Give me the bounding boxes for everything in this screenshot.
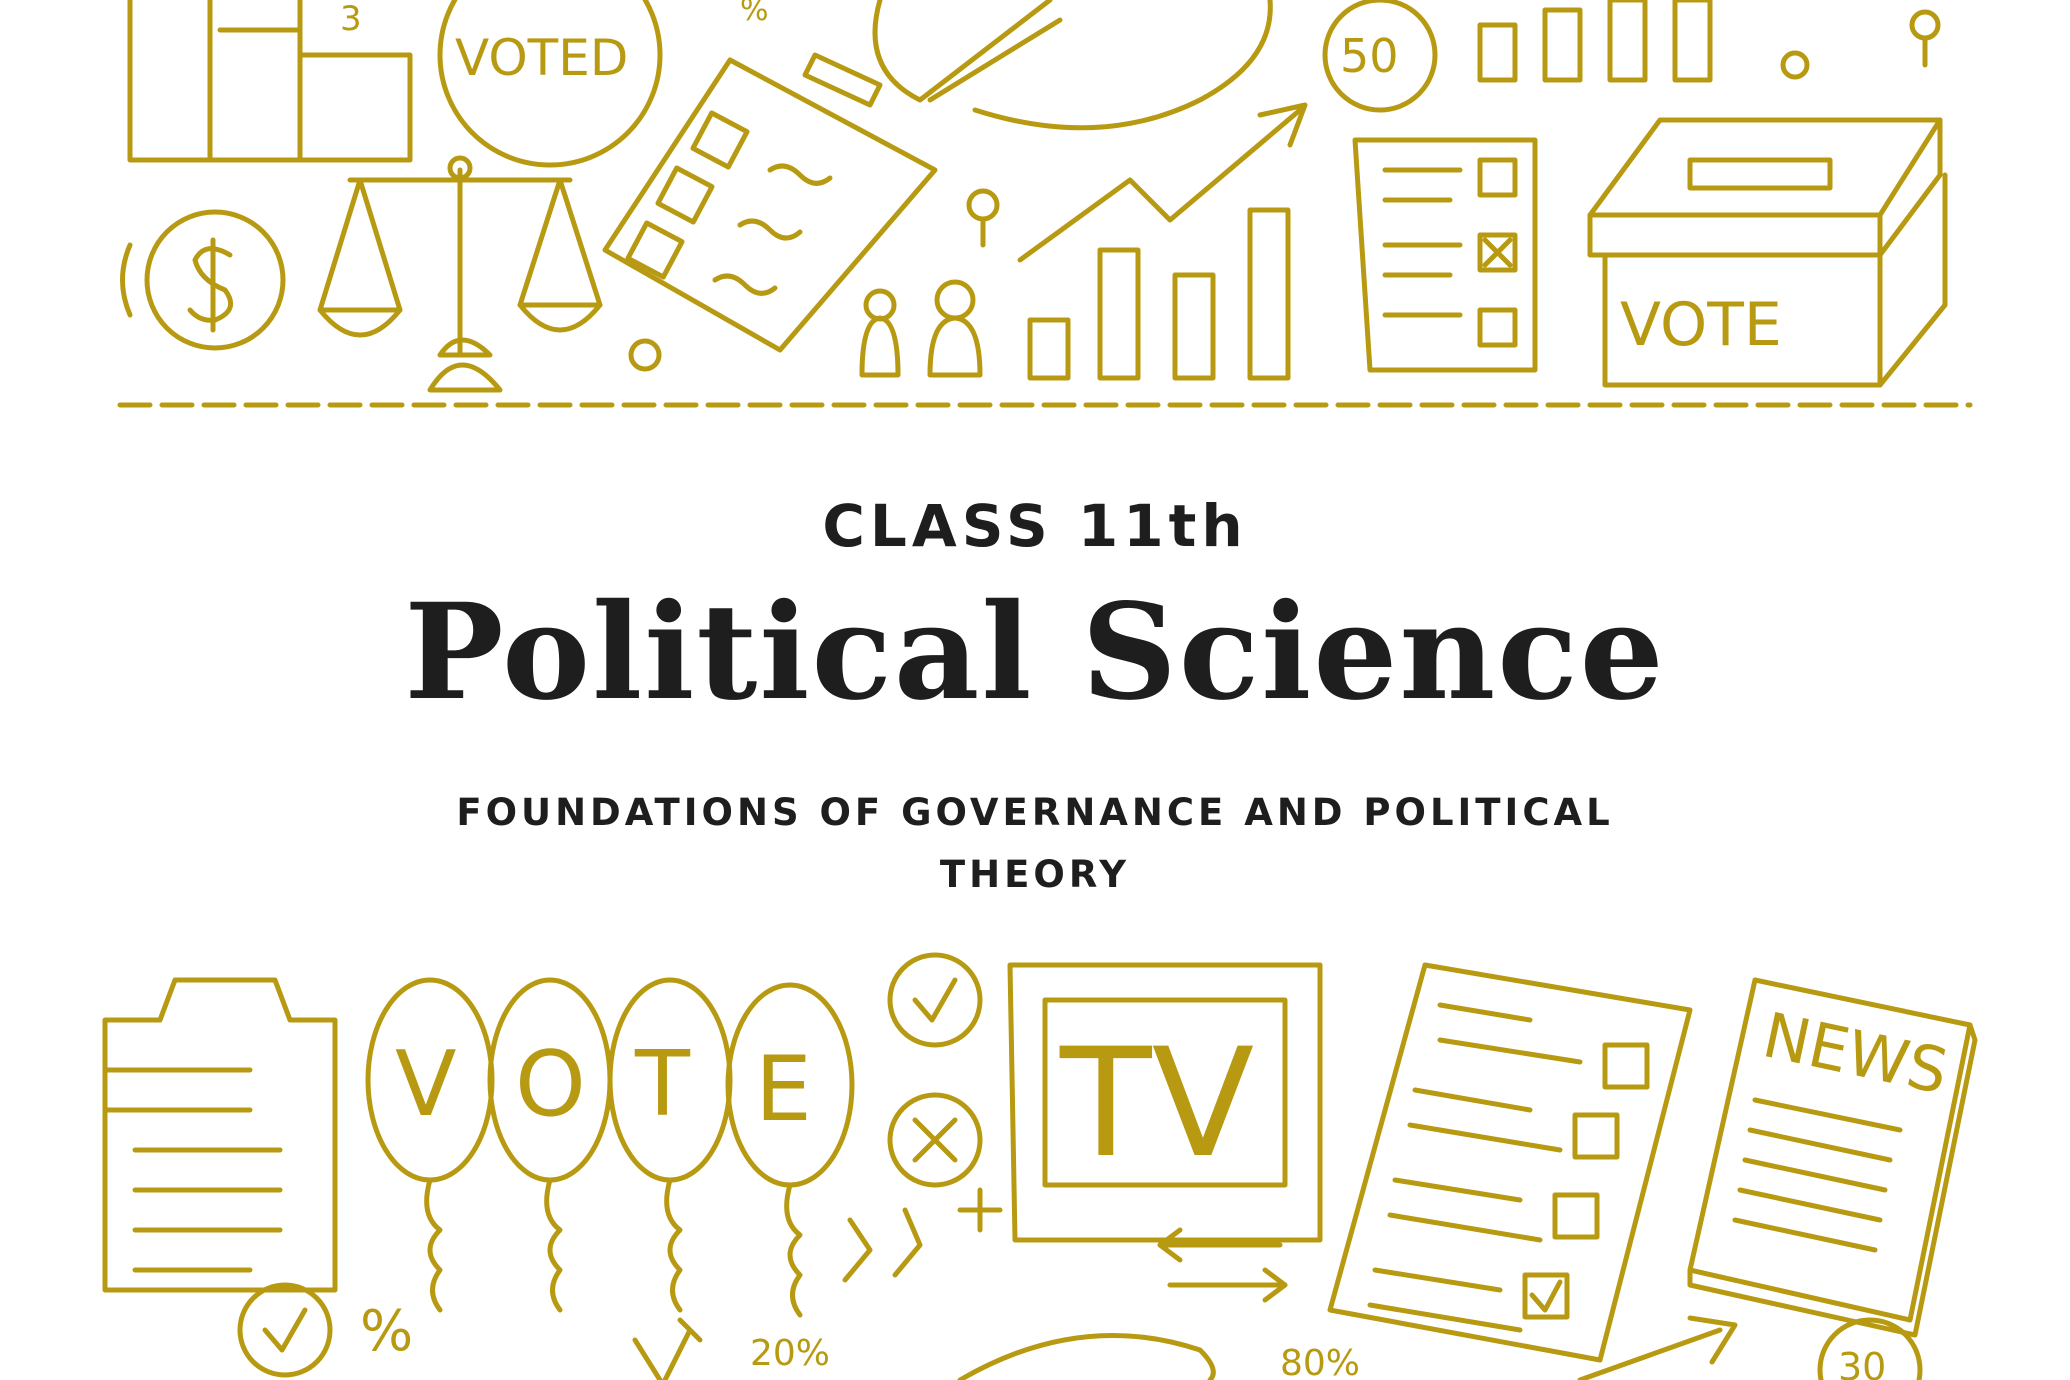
ballot-paper-icon — [1352, 137, 1538, 373]
dot-icon — [628, 338, 662, 372]
number-3: 3 — [340, 0, 362, 39]
check-cross-circles-icon — [887, 952, 983, 1188]
pie-chart-icon — [872, 0, 1273, 131]
check-circle-icon — [237, 1282, 333, 1378]
dot-icon — [1780, 50, 1810, 80]
svg-text:VOTE: VOTE — [1620, 290, 1782, 360]
balloon-letter-t: T — [634, 1032, 691, 1137]
class-label: CLASS 11th — [822, 492, 1248, 560]
balloon-letter-o: O — [515, 1032, 586, 1137]
people-icon — [859, 188, 1000, 378]
subtitle: FOUNDATIONS OF GOVERNANCE AND POLITICAL … — [456, 791, 1614, 896]
balloon-letter-e: E — [755, 1037, 812, 1142]
document-folder-icon — [102, 977, 338, 1293]
bottom-doodle-illustration: % V O T E TV NEWS 20% 80% 30 — [0, 950, 2070, 1380]
justice-scale-icon — [317, 155, 603, 393]
svg-text:TV: TV — [1059, 1017, 1254, 1191]
voted-badge-icon: VOTED — [437, 0, 663, 168]
vote-balloons-icon: V O T E — [365, 977, 855, 1318]
coin-30-label: 30 — [1838, 1345, 1886, 1380]
page-title: Political Science — [404, 575, 1666, 730]
newspaper-icon: NEWS — [1687, 977, 1978, 1338]
check-mark-icon — [632, 1317, 703, 1380]
pin-icon — [1909, 9, 1941, 41]
small-bars-icon — [1477, 0, 1713, 83]
tv-icon: TV — [1007, 962, 1323, 1243]
checklist-paper-icon — [1327, 962, 1693, 1363]
rising-bar-graph-icon — [1017, 102, 1308, 381]
book-stack-icon — [127, 0, 413, 163]
coin-50-icon: 50 — [1322, 0, 1438, 113]
top-doodle-illustration: 3 VOTED % 50 VOTE — [0, 0, 2070, 410]
ballot-box-icon: VOTE — [1587, 117, 1948, 388]
svg-text:VOTED: VOTED — [455, 29, 628, 87]
squiggle-decoration — [842, 1187, 1003, 1283]
percent-80-label: 80% — [1280, 1343, 1360, 1380]
percent-sign: % — [740, 0, 769, 28]
pie-chart-fragment-icon — [957, 1332, 1216, 1380]
percent-sign: % — [360, 1299, 413, 1364]
balloon-letter-v: V — [395, 1032, 457, 1137]
clipboard-checklist-icon — [602, 52, 938, 353]
percent-20-label: 20% — [750, 1333, 830, 1374]
dollar-coin-icon — [120, 209, 286, 351]
svg-text:50: 50 — [1340, 29, 1399, 83]
